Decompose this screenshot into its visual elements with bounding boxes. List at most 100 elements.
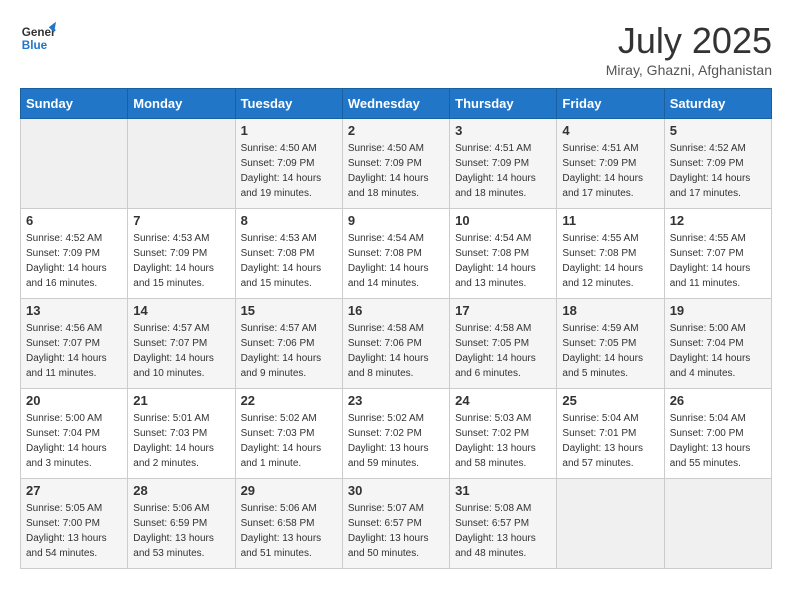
day-number: 12: [670, 213, 766, 228]
weekday-header: Tuesday: [235, 89, 342, 119]
day-info: Sunrise: 4:58 AMSunset: 7:06 PMDaylight:…: [348, 321, 444, 381]
day-info: Sunrise: 5:00 AMSunset: 7:04 PMDaylight:…: [670, 321, 766, 381]
day-number: 16: [348, 303, 444, 318]
weekday-header-row: SundayMondayTuesdayWednesdayThursdayFrid…: [21, 89, 772, 119]
weekday-header: Sunday: [21, 89, 128, 119]
calendar-cell: 5Sunrise: 4:52 AMSunset: 7:09 PMDaylight…: [664, 119, 771, 209]
day-number: 6: [26, 213, 122, 228]
calendar-cell: 27 Sunrise: 5:05 AMSunset: 7:00 PMDayligh…: [21, 479, 128, 569]
calendar-cell: [21, 119, 128, 209]
day-number: 4: [562, 123, 658, 138]
calendar-cell: 31 Sunrise: 5:08 AMSunset: 6:57 PMDayligh…: [450, 479, 557, 569]
day-info: Sunrise: 5:03 AMSunset: 7:02 PMDaylight:…: [455, 411, 551, 471]
calendar-week-row: 27 Sunrise: 5:05 AMSunset: 7:00 PMDayligh…: [21, 479, 772, 569]
calendar-cell: 6 Sunrise: 4:52 AMSunset: 7:09 PMDaylight…: [21, 209, 128, 299]
calendar-cell: 3 Sunrise: 4:51 AMSunset: 7:09 PMDaylight…: [450, 119, 557, 209]
day-number: 19: [670, 303, 766, 318]
day-number: 2: [348, 123, 444, 138]
day-info: Sunrise: 4:58 AMSunset: 7:05 PMDaylight:…: [455, 321, 551, 381]
day-info: Sunrise: 5:04 AMSunset: 7:01 PMDaylight:…: [562, 411, 658, 471]
weekday-header: Monday: [128, 89, 235, 119]
day-number: 20: [26, 393, 122, 408]
day-info: Sunrise: 5:02 AMSunset: 7:02 PMDaylight:…: [348, 411, 444, 471]
day-info: Sunrise: 4:55 AMSunset: 7:08 PMDaylight:…: [562, 231, 658, 291]
weekday-header: Thursday: [450, 89, 557, 119]
calendar-cell: 20 Sunrise: 5:00 AMSunset: 7:04 PMDayligh…: [21, 389, 128, 479]
day-info: Sunrise: 5:02 AMSunset: 7:03 PMDaylight:…: [241, 411, 337, 471]
calendar-cell: 21 Sunrise: 5:01 AMSunset: 7:03 PMDayligh…: [128, 389, 235, 479]
day-info: Sunrise: 5:07 AMSunset: 6:57 PMDaylight:…: [348, 501, 444, 561]
day-number: 11: [562, 213, 658, 228]
day-number: 5: [670, 123, 766, 138]
day-info: Sunrise: 4:52 AMSunset: 7:09 PMDaylight:…: [26, 231, 122, 291]
calendar-week-row: 1 Sunrise: 4:50 AMSunset: 7:09 PMDaylight…: [21, 119, 772, 209]
logo-icon: General Blue: [20, 20, 56, 56]
day-info: Sunrise: 4:57 AMSunset: 7:07 PMDaylight:…: [133, 321, 229, 381]
day-info: Sunrise: 5:04 AMSunset: 7:00 PMDaylight:…: [670, 411, 766, 471]
day-number: 24: [455, 393, 551, 408]
calendar-cell: 7 Sunrise: 4:53 AMSunset: 7:09 PMDaylight…: [128, 209, 235, 299]
day-number: 21: [133, 393, 229, 408]
calendar-cell: 10 Sunrise: 4:54 AMSunset: 7:08 PMDayligh…: [450, 209, 557, 299]
day-number: 28: [133, 483, 229, 498]
day-number: 13: [26, 303, 122, 318]
day-number: 27: [26, 483, 122, 498]
calendar-cell: 16 Sunrise: 4:58 AMSunset: 7:06 PMDayligh…: [342, 299, 449, 389]
calendar-cell: 30 Sunrise: 5:07 AMSunset: 6:57 PMDayligh…: [342, 479, 449, 569]
day-number: 10: [455, 213, 551, 228]
calendar-cell: 12 Sunrise: 4:55 AMSunset: 7:07 PMDayligh…: [664, 209, 771, 299]
weekday-header: Friday: [557, 89, 664, 119]
day-info: Sunrise: 4:50 AMSunset: 7:09 PMDaylight:…: [348, 141, 444, 201]
calendar-cell: 9 Sunrise: 4:54 AMSunset: 7:08 PMDaylight…: [342, 209, 449, 299]
calendar-cell: 25Sunrise: 5:04 AMSunset: 7:01 PMDayligh…: [557, 389, 664, 479]
day-number: 18: [562, 303, 658, 318]
calendar-cell: 29 Sunrise: 5:06 AMSunset: 6:58 PMDayligh…: [235, 479, 342, 569]
day-info: Sunrise: 5:08 AMSunset: 6:57 PMDaylight:…: [455, 501, 551, 561]
day-number: 14: [133, 303, 229, 318]
day-number: 30: [348, 483, 444, 498]
day-info: Sunrise: 4:53 AMSunset: 7:09 PMDaylight:…: [133, 231, 229, 291]
day-number: 15: [241, 303, 337, 318]
calendar-cell: 13Sunrise: 4:56 AMSunset: 7:07 PMDayligh…: [21, 299, 128, 389]
day-info: Sunrise: 4:51 AMSunset: 7:09 PMDaylight:…: [455, 141, 551, 201]
day-number: 7: [133, 213, 229, 228]
calendar-cell: 14 Sunrise: 4:57 AMSunset: 7:07 PMDayligh…: [128, 299, 235, 389]
calendar-cell: 1Sunrise: 4:50 AMSunset: 7:09 PMDaylight…: [235, 119, 342, 209]
day-number: 17: [455, 303, 551, 318]
calendar-table: SundayMondayTuesdayWednesdayThursdayFrid…: [20, 88, 772, 569]
svg-text:Blue: Blue: [22, 39, 48, 52]
calendar-cell: [128, 119, 235, 209]
month-year: July 2025: [606, 20, 772, 62]
page-header: General Blue July 2025 Miray, Ghazni, Af…: [20, 20, 772, 78]
calendar-cell: 15Sunrise: 4:57 AMSunset: 7:06 PMDayligh…: [235, 299, 342, 389]
day-number: 3: [455, 123, 551, 138]
day-info: Sunrise: 4:54 AMSunset: 7:08 PMDaylight:…: [455, 231, 551, 291]
day-info: Sunrise: 5:06 AMSunset: 6:59 PMDaylight:…: [133, 501, 229, 561]
day-info: Sunrise: 4:59 AMSunset: 7:05 PMDaylight:…: [562, 321, 658, 381]
day-number: 26: [670, 393, 766, 408]
day-info: Sunrise: 5:06 AMSunset: 6:58 PMDaylight:…: [241, 501, 337, 561]
day-number: 23: [348, 393, 444, 408]
weekday-header: Wednesday: [342, 89, 449, 119]
day-number: 1: [241, 123, 337, 138]
calendar-cell: [557, 479, 664, 569]
calendar-week-row: 20 Sunrise: 5:00 AMSunset: 7:04 PMDayligh…: [21, 389, 772, 479]
day-info: Sunrise: 4:55 AMSunset: 7:07 PMDaylight:…: [670, 231, 766, 291]
day-number: 8: [241, 213, 337, 228]
day-info: Sunrise: 4:53 AMSunset: 7:08 PMDaylight:…: [241, 231, 337, 291]
day-info: Sunrise: 5:01 AMSunset: 7:03 PMDaylight:…: [133, 411, 229, 471]
location: Miray, Ghazni, Afghanistan: [606, 62, 772, 78]
calendar-cell: [664, 479, 771, 569]
calendar-week-row: 13Sunrise: 4:56 AMSunset: 7:07 PMDayligh…: [21, 299, 772, 389]
day-info: Sunrise: 5:05 AMSunset: 7:00 PMDaylight:…: [26, 501, 122, 561]
calendar-cell: 11 Sunrise: 4:55 AMSunset: 7:08 PMDayligh…: [557, 209, 664, 299]
day-info: Sunrise: 5:00 AMSunset: 7:04 PMDaylight:…: [26, 411, 122, 471]
calendar-cell: 2 Sunrise: 4:50 AMSunset: 7:09 PMDaylight…: [342, 119, 449, 209]
title-block: July 2025 Miray, Ghazni, Afghanistan: [606, 20, 772, 78]
day-info: Sunrise: 4:54 AMSunset: 7:08 PMDaylight:…: [348, 231, 444, 291]
day-number: 9: [348, 213, 444, 228]
calendar-cell: 4Sunrise: 4:51 AMSunset: 7:09 PMDaylight…: [557, 119, 664, 209]
weekday-header: Saturday: [664, 89, 771, 119]
day-number: 31: [455, 483, 551, 498]
day-number: 29: [241, 483, 337, 498]
